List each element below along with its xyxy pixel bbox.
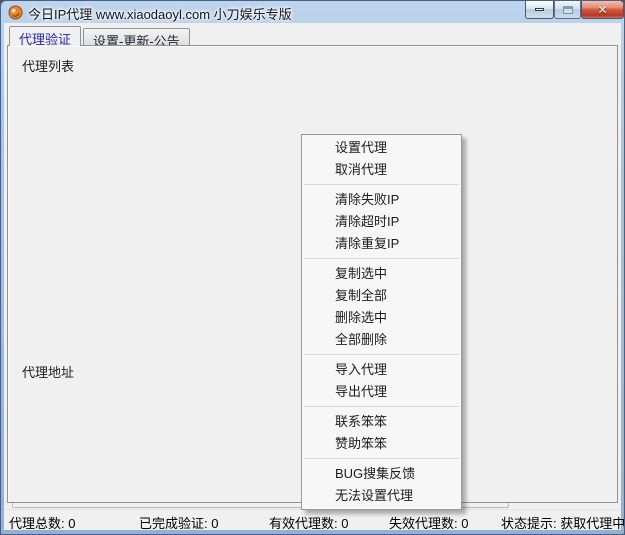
status-hint: 状态提示: 获取代理中 xyxy=(501,513,625,532)
menu-item[interactable]: 设置代理 xyxy=(302,137,461,159)
tab-settings-update[interactable]: 设置-更新-公告 xyxy=(83,28,190,46)
status-verified: 已完成验证: 0 xyxy=(139,513,218,532)
status-total: 代理总数: 0 xyxy=(9,513,75,532)
status-valid: 有效代理数: 0 xyxy=(269,513,348,532)
menu-item[interactable]: 删除选中 xyxy=(302,307,461,329)
menu-item[interactable]: 导出代理 xyxy=(302,381,461,403)
status-bar: 代理总数: 0 已完成验证: 0 有效代理数: 0 失效代理数: 0 状态提示:… xyxy=(4,509,621,530)
menu-item[interactable]: 联系笨笨 xyxy=(302,411,461,433)
menu-separator xyxy=(304,184,459,185)
minimize-icon xyxy=(535,8,544,11)
menu-item[interactable]: 复制选中 xyxy=(302,263,461,285)
app-icon xyxy=(8,5,23,20)
menu-item[interactable]: 无法设置代理 xyxy=(302,485,461,507)
menu-item[interactable]: 清除超时IP xyxy=(302,211,461,233)
menu-item[interactable]: 复制全部 xyxy=(302,285,461,307)
menu-item[interactable]: 导入代理 xyxy=(302,359,461,381)
minimize-button[interactable] xyxy=(525,1,554,19)
close-button[interactable]: ✕ xyxy=(581,1,624,19)
proxy-sources-group-label: 代理地址 xyxy=(19,362,77,381)
context-menu: 设置代理取消代理清除失败IP清除超时IP清除重复IP 复制选中复制全部删除选中全部… xyxy=(301,134,462,510)
titlebar[interactable]: 今日IP代理 www.xiaodaoyl.com 小刀娱乐专版 ✕ xyxy=(1,1,624,23)
menu-separator xyxy=(304,354,459,355)
status-invalid: 失效代理数: 0 xyxy=(389,513,468,532)
menu-item[interactable]: 赞助笨笨 xyxy=(302,433,461,455)
window-title: 今日IP代理 www.xiaodaoyl.com 小刀娱乐专版 xyxy=(28,4,292,23)
menu-item[interactable]: 取消代理 xyxy=(302,159,461,181)
app-window: 今日IP代理 www.xiaodaoyl.com 小刀娱乐专版 ✕ 代理验证 设… xyxy=(0,0,625,535)
tab-proxy-verify[interactable]: 代理验证 xyxy=(9,26,81,46)
menu-separator xyxy=(304,258,459,259)
menu-item[interactable]: 全部删除 xyxy=(302,329,461,351)
menu-item[interactable]: 清除重复IP xyxy=(302,233,461,255)
menu-item[interactable]: BUG搜集反馈 xyxy=(302,463,461,485)
maximize-button[interactable] xyxy=(554,1,581,19)
menu-separator xyxy=(304,458,459,459)
menu-item[interactable]: 清除失败IP xyxy=(302,189,461,211)
close-icon: ✕ xyxy=(597,4,607,16)
proxy-list-group-label: 代理列表 xyxy=(19,56,77,75)
menu-separator xyxy=(304,406,459,407)
maximize-icon xyxy=(563,6,573,14)
